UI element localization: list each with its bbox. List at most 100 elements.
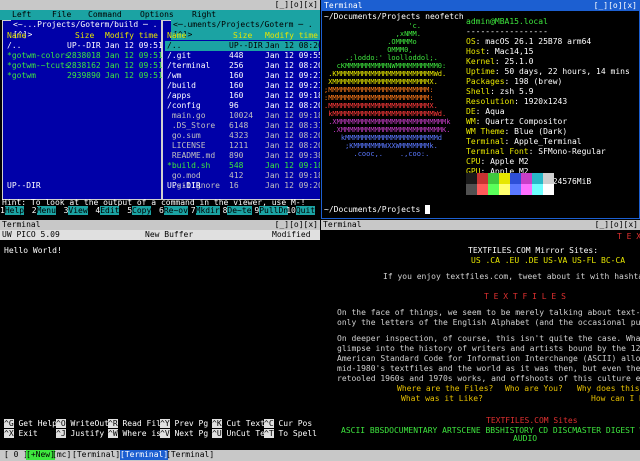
link-what-like[interactable]: What was it Like?: [401, 394, 483, 404]
link-how-can[interactable]: How can I H: [591, 394, 640, 404]
file-row[interactable]: .DS_Store 6148 Jan 12 08:31: [165, 121, 320, 131]
window-controls[interactable]: [_][o][x]: [275, 0, 318, 10]
file-row[interactable]: go.sum 4323 Jan 12 08:20: [165, 131, 320, 141]
file-size: 2838162: [67, 61, 101, 70]
tweet-line: If you enjoy textfiles.com, tweet about …: [383, 272, 640, 281]
para2-line5: retooled 1960s and 1970s works, and offs…: [337, 374, 640, 383]
fkey-quit[interactable]: 10Quit: [286, 206, 316, 216]
info-key: CPU: [466, 157, 481, 166]
file-row[interactable]: /build 160 Jan 12 09:21: [165, 81, 320, 91]
tab-terminal-1[interactable]: [Terminal]: [72, 450, 120, 460]
fkey-dete[interactable]: 8De~te: [223, 206, 252, 216]
link-why-does[interactable]: Why does this: [577, 384, 640, 394]
fkey-help[interactable]: 1Help: [0, 206, 25, 216]
fkey-number: 2: [31, 206, 37, 215]
info-sep: :: [528, 147, 539, 156]
file-row[interactable]: *gotwm-~tcuts 2838162 Jan 12 09:51: [5, 61, 163, 71]
file-row[interactable]: /.. UP--DIR Jan 12 08:20: [165, 41, 320, 51]
file-size: 890: [229, 151, 244, 160]
fkey-menu[interactable]: 2Menu: [32, 206, 56, 216]
fkey-edit[interactable]: 4Edit: [95, 206, 120, 216]
info-row: Kernel: 25.1.0: [466, 57, 630, 67]
file-name: /build: [167, 81, 196, 90]
sites-list-2[interactable]: AUDIO: [513, 434, 537, 444]
menu-options[interactable]: Options: [140, 10, 174, 20]
shortcut-cuttext[interactable]: ^K Cut Text: [212, 419, 265, 429]
file-name: /wm: [167, 71, 182, 80]
file-row[interactable]: *build.sh 548 Jan 12 09:18: [165, 161, 320, 171]
file-name: *gotwm-colors: [7, 51, 70, 60]
file-row[interactable]: /terminal 256 Jan 12 08:20: [165, 61, 320, 71]
file-row[interactable]: /.git 448 Jan 12 09:55: [165, 51, 320, 61]
mc-pane[interactable]: [_][o][x] Left File Command Options Righ…: [0, 0, 320, 219]
textfiles-pane[interactable]: Terminal [_][o][x] T E X TEXTFILES.COM M…: [321, 220, 640, 449]
file-row[interactable]: *gotwm-colors 2838018 Jan 12 09:51: [5, 51, 163, 61]
tf-titlebar[interactable]: Terminal [_][o][x]: [321, 220, 640, 230]
shortcut-tospell[interactable]: ^T To Spell: [264, 429, 317, 439]
file-size: 1211: [229, 141, 249, 150]
file-mtime: Jan 12 09:18: [265, 91, 320, 100]
tab-mc[interactable]: [mc]: [52, 450, 71, 460]
mc-titlebar[interactable]: [_][o][x]: [0, 0, 320, 10]
sites-title: TEXTFILES.COM Sites: [486, 416, 578, 425]
right-file-panel[interactable]: <─.uments/Projects/Goterm ─ .[^]> Name Si…: [162, 20, 320, 200]
window-controls[interactable]: [_][o][x]: [595, 220, 638, 230]
shortcut-whereis[interactable]: ^W Where is: [108, 429, 161, 439]
fkey-pulldn[interactable]: 9PullDn: [254, 206, 289, 216]
pico-titlebar[interactable]: Terminal [_][o][x]: [0, 220, 320, 230]
file-row[interactable]: go.mod 412 Jan 12 09:18: [165, 171, 320, 181]
tab-new[interactable]: [+New]: [26, 450, 55, 460]
file-row[interactable]: /.. UP--DIR Jan 12 09:51: [5, 41, 163, 51]
file-row[interactable]: LICENSE 1211 Jan 12 08:20: [165, 141, 320, 151]
menu-file[interactable]: File: [52, 10, 71, 20]
shortcut-curpos[interactable]: ^C Cur Pos: [264, 419, 312, 429]
info-row: Host: Mac14,15: [466, 47, 630, 57]
link-where-files[interactable]: Where are the Files?: [397, 384, 493, 394]
info-key: OS: [466, 37, 476, 46]
file-row[interactable]: /apps 160 Jan 12 09:18: [165, 91, 320, 101]
shortcut-prevpg[interactable]: ^Y Prev Pg: [160, 419, 208, 429]
col-size-label: Size: [75, 31, 95, 40]
neo-titlebar[interactable]: Terminal [_][o][x]: [322, 1, 639, 11]
color-swatch: [499, 184, 510, 195]
file-row[interactable]: main.go 10024 Jan 12 09:18: [165, 111, 320, 121]
shortcut-nextpg[interactable]: ^V Next Pg: [160, 429, 208, 439]
tab-terminal-2[interactable]: [Terminal]: [120, 450, 169, 460]
pico-buffer-name: New Buffer: [145, 230, 194, 239]
file-mtime: Jan 12 08:20: [265, 41, 320, 50]
shortcut-readfile[interactable]: ^R Read File: [108, 419, 166, 429]
info-value: Mac14,15: [494, 47, 534, 56]
file-size: 16: [229, 181, 239, 190]
window-controls[interactable]: [_][o][x]: [275, 220, 318, 230]
pico-pane[interactable]: Terminal [_][o][x] UW PICO 5.09 New Buff…: [0, 220, 320, 449]
tab-status-bar: [ 0 ] [+New] [mc] [Terminal] [Terminal] …: [0, 450, 640, 461]
shortcut-justify[interactable]: ^J Justify: [56, 429, 104, 439]
pico-text-area[interactable]: Hello World!: [4, 246, 62, 256]
shortcut-label: Cut Text: [226, 419, 265, 428]
shortcut-gethelp[interactable]: ^G Get Help: [4, 419, 57, 429]
neofetch-pane[interactable]: Terminal [_][o][x] ~/Documents/Projects …: [321, 0, 640, 219]
menu-right[interactable]: Right: [192, 10, 216, 20]
window-controls[interactable]: [_][o][x]: [594, 1, 637, 11]
file-row[interactable]: /config 96 Jan 12 08:20: [165, 101, 320, 111]
left-file-panel[interactable]: <~...Projects/Goterm/build ─ .[^]> Name S…: [2, 20, 163, 200]
fkey-reov[interactable]: 6Re~ov: [159, 206, 188, 216]
link-who-are-you[interactable]: Who are You?: [505, 384, 563, 394]
shortcut-writeout[interactable]: ^O WriteOut: [56, 419, 109, 429]
fkey-mkdir[interactable]: 7Mkdir: [191, 206, 220, 216]
mirror-list[interactable]: US .CA .EU .DE US-VA US-FL BC-CA: [471, 256, 625, 266]
fkey-copy[interactable]: 5Copy: [127, 206, 152, 216]
info-sep: :: [514, 97, 524, 106]
file-row[interactable]: *gotwm 2939890 Jan 12 09:51: [5, 71, 163, 81]
file-row[interactable]: README.md 890 Jan 12 09:38: [165, 151, 320, 161]
info-value: 198 (brew): [514, 77, 563, 86]
file-row[interactable]: /wm 160 Jan 12 09:21: [165, 71, 320, 81]
tab-terminal-3[interactable]: [Terminal]: [166, 450, 214, 460]
info-row: Uptime: 50 days, 22 hours, 14 mins: [466, 67, 630, 77]
menu-left[interactable]: Left: [12, 10, 31, 20]
shortcut-exit[interactable]: ^X Exit: [4, 429, 38, 439]
info-value: Apple M2: [490, 157, 529, 166]
menu-command[interactable]: Command: [88, 10, 122, 20]
fkey-view[interactable]: 3View: [64, 206, 88, 216]
sites-list[interactable]: ASCII BBSDOCUMENTARY ARTSCENE BBSHISTORY…: [341, 426, 640, 436]
